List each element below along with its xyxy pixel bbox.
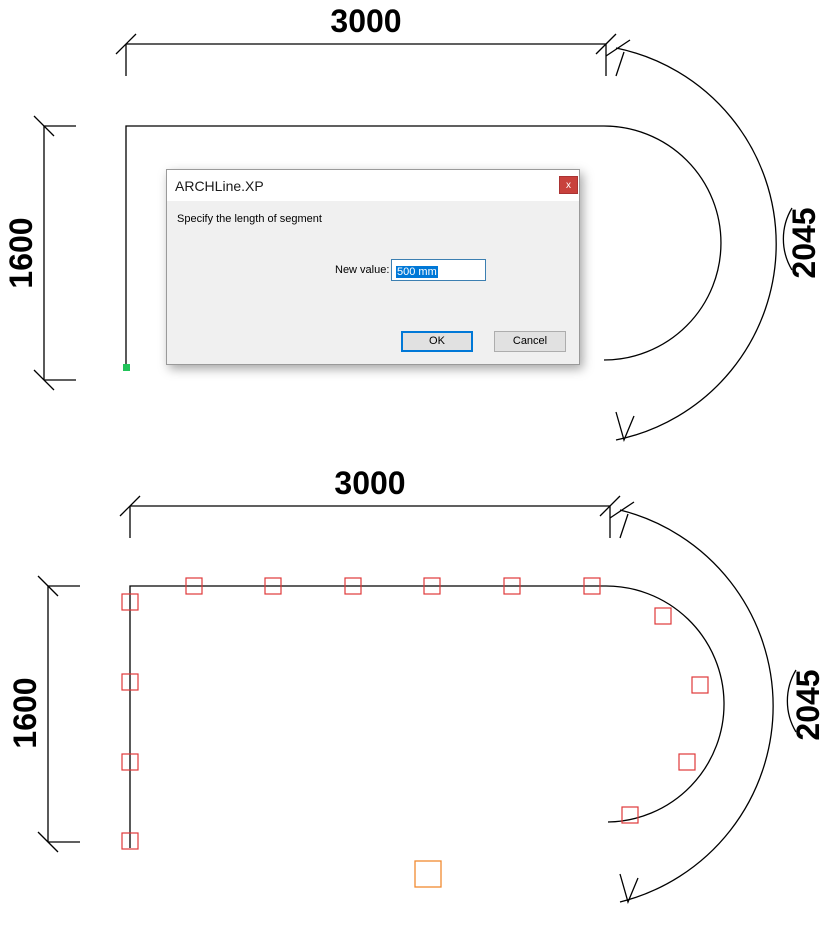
top-arc-tick-start [605,39,631,57]
bottom-height-label: 1600 [7,677,43,748]
start-point-marker [123,364,130,371]
bottom-arc-label: 2045 [790,669,826,740]
cancel-button[interactable]: Cancel [494,331,566,352]
bottom-drawing: 3000 1600 2045 [7,465,826,904]
dialog-title: ARCHLine.XP [175,178,264,194]
length-dialog: ARCHLine.XP x Specify the length of segm… [166,169,580,365]
ok-button[interactable]: OK [401,331,473,352]
top-arc-dimension [615,47,777,441]
top-arc-label: 2045 [786,207,822,278]
bottom-outline [129,585,725,848]
top-arc-extension [615,51,625,77]
top-height-label: 1600 [3,217,39,288]
dialog-titlebar[interactable]: ARCHLine.XP x [167,170,579,201]
dialog-prompt: Specify the length of segment [177,213,322,225]
division-markers [121,577,709,850]
close-button[interactable]: x [559,176,578,194]
active-point-marker[interactable] [414,860,442,888]
new-value-input[interactable]: 500 mm [391,259,486,281]
division-marker[interactable] [691,676,709,694]
new-value-label: New value: [335,264,390,276]
division-marker[interactable] [654,607,672,625]
cad-canvas[interactable]: 3000 1600 2045 3000 1600 2045 [0,0,832,928]
bottom-arc-dimension [619,509,774,903]
new-value-text: 500 mm [396,266,438,278]
bottom-width-label: 3000 [334,465,405,501]
bottom-arc-tick-start [609,501,635,519]
top-width-label: 3000 [330,3,401,39]
bottom-arc-extension [619,513,629,539]
division-marker[interactable] [678,753,696,771]
